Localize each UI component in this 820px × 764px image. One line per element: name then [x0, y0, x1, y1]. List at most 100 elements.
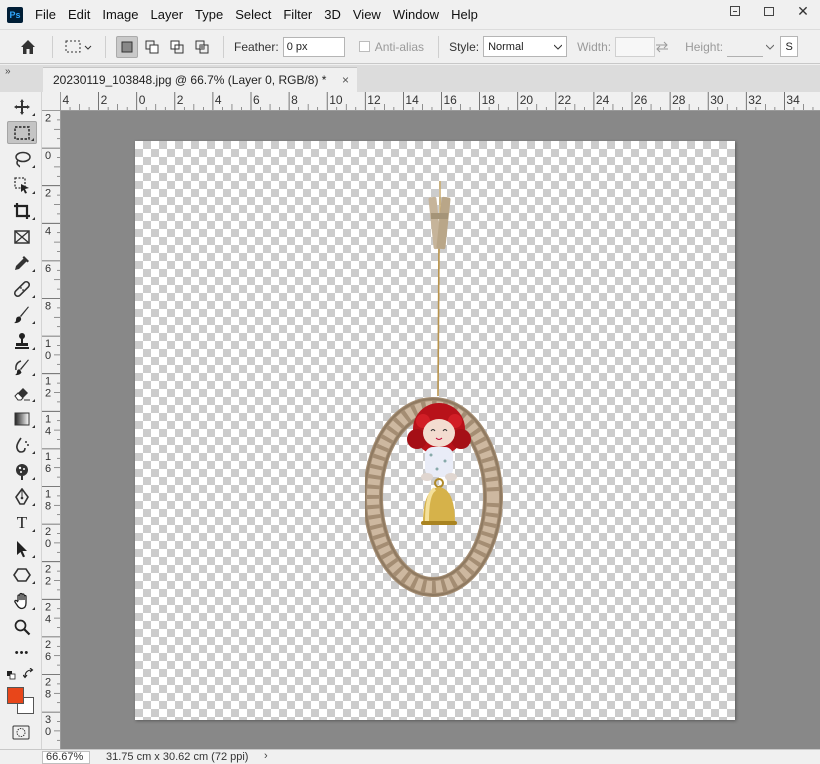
add-selection-icon	[145, 40, 159, 53]
move-tool[interactable]	[7, 95, 37, 118]
swap-icon	[656, 41, 669, 52]
healing-brush-tool[interactable]	[7, 277, 37, 300]
width-label: Width:	[577, 39, 612, 54]
crop-tool[interactable]	[7, 199, 37, 222]
edit-toolbar-button[interactable]: •••	[7, 641, 37, 664]
ruler-label: 4	[45, 425, 51, 437]
menu-image[interactable]: Image	[96, 0, 144, 29]
document-tab[interactable]: 20230119_103848.jpg @ 66.7% (Layer 0, RG…	[43, 67, 357, 92]
zoom-tool[interactable]	[7, 615, 37, 638]
ruler-label: 26	[634, 93, 648, 107]
hand-tool[interactable]	[7, 589, 37, 612]
marquee-icon	[65, 40, 92, 52]
subtract-from-selection-button[interactable]	[166, 36, 188, 58]
height-input[interactable]	[727, 37, 764, 57]
maximize-button[interactable]	[752, 0, 786, 22]
gradient-tool[interactable]	[7, 407, 37, 430]
swap-colors-icon[interactable]	[22, 667, 35, 680]
width-input[interactable]	[615, 36, 656, 57]
marquee-preset-picker[interactable]	[63, 36, 95, 58]
ruler-label: 8	[291, 93, 298, 107]
submenu-indicator	[32, 113, 35, 116]
ruler-label: 6	[45, 463, 51, 475]
height-label: Height:	[685, 39, 724, 54]
select-and-mask-button[interactable]: S	[780, 36, 799, 57]
ruler-label: 30	[710, 93, 724, 107]
ruler-ticks: 4 2 0 2 4 6 8 10 12 14 16 18 20 22 24 26 28 30 32 34	[60, 92, 814, 110]
eyedropper-icon	[15, 255, 29, 270]
ruler-label: 6	[253, 93, 260, 107]
document-canvas[interactable]	[135, 141, 735, 720]
ruler-label: 4	[45, 225, 51, 237]
foreground-color-swatch[interactable]	[7, 687, 24, 704]
new-selection-button[interactable]	[116, 35, 138, 58]
pen-tool[interactable]	[7, 485, 37, 508]
submenu-indicator	[32, 295, 35, 298]
select-and-mask-label: S	[785, 40, 793, 53]
feather-label: Feather:	[234, 39, 279, 54]
marquee-icon	[14, 125, 30, 140]
menu-filter[interactable]: Filter	[277, 0, 318, 29]
ruler-label: 2	[45, 601, 51, 613]
eraser-tool[interactable]	[7, 381, 37, 404]
shape-tool[interactable]	[7, 563, 37, 586]
eraser-icon	[14, 387, 30, 400]
type-tool[interactable]: T	[7, 511, 37, 534]
menu-select[interactable]: Select	[229, 0, 277, 29]
menu-view[interactable]: View	[347, 0, 387, 29]
ruler-label: 2	[45, 113, 51, 125]
menu-help[interactable]: Help	[445, 0, 484, 29]
document-tab-row: » 20230119_103848.jpg @ 66.7% (Layer 0, …	[0, 65, 820, 92]
brush-tool[interactable]	[7, 303, 37, 326]
swap-dimensions-button[interactable]	[655, 41, 671, 53]
crop-icon	[14, 202, 30, 219]
ruler-label: 4	[63, 93, 70, 107]
feather-input[interactable]: 0 px	[282, 36, 345, 57]
frame-tool[interactable]	[7, 225, 37, 248]
default-colors-icon[interactable]	[7, 670, 17, 680]
history-brush-tool[interactable]	[7, 355, 37, 378]
submenu-indicator	[32, 373, 35, 376]
menu-type[interactable]: Type	[189, 0, 229, 29]
add-to-selection-button[interactable]	[141, 36, 163, 58]
lasso-tool[interactable]	[7, 147, 37, 170]
options-bar: Feather: 0 px Anti-alias Style: Normal W…	[0, 29, 820, 64]
history-brush-icon	[15, 359, 29, 375]
horizontal-ruler[interactable]: 4 2 0 2 4 6 8 10 12 14 16 18 20 22 24 26 28 30 32 34	[42, 92, 820, 111]
dodge-tool[interactable]	[7, 459, 37, 482]
restore-panel-button[interactable]	[718, 0, 752, 22]
home-icon	[21, 39, 35, 54]
rectangular-marquee-tool[interactable]	[7, 121, 37, 144]
close-window-button[interactable]: ✕	[786, 0, 820, 22]
ruler-label: 8	[45, 301, 51, 313]
dodge-icon	[16, 463, 28, 480]
antialias-checkbox[interactable]	[358, 41, 370, 52]
menu-layer[interactable]: Layer	[145, 0, 190, 29]
ruler-label: 1	[45, 489, 51, 501]
eyedropper-tool[interactable]	[7, 251, 37, 274]
path-selection-tool[interactable]	[7, 537, 37, 560]
close-tab-icon[interactable]: ×	[342, 73, 349, 87]
menu-window[interactable]: Window	[387, 0, 445, 29]
style-select[interactable]: Normal	[483, 36, 568, 57]
intersect-selection-button[interactable]	[191, 36, 213, 58]
clone-stamp-tool[interactable]	[7, 329, 37, 352]
intersect-selection-icon	[195, 40, 209, 53]
status-menu-arrow-icon[interactable]: ›	[264, 750, 268, 763]
object-selection-tool[interactable]	[7, 173, 37, 196]
menu-edit[interactable]: Edit	[62, 0, 96, 29]
vertical-ruler[interactable]: 2024681012141618202224262830	[42, 111, 61, 749]
zoom-level-field[interactable]: 66.67%	[42, 751, 90, 764]
menu-3d[interactable]: 3D	[318, 0, 347, 29]
blur-tool[interactable]	[7, 433, 37, 456]
collapse-panel-icon[interactable]: »	[5, 66, 11, 77]
ruler-label: 0	[45, 150, 51, 162]
quick-mask-button[interactable]	[12, 725, 30, 740]
move-icon	[14, 98, 30, 115]
divider	[223, 35, 224, 58]
pasteboard[interactable]	[61, 111, 820, 749]
menu-file[interactable]: File	[29, 0, 62, 29]
swap-arrow-icon	[22, 667, 34, 679]
submenu-indicator	[32, 477, 35, 480]
home-button[interactable]	[14, 33, 42, 61]
